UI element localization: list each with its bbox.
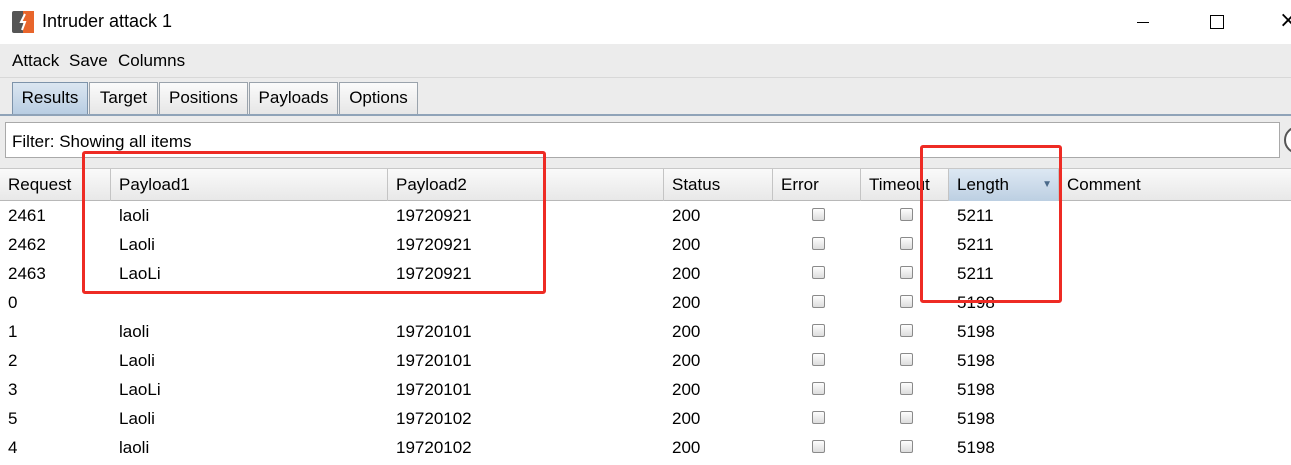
menu-attack[interactable]: Attack [12,51,59,71]
cell-request: 1 [8,322,18,341]
cell-payload2: 19720101 [396,351,472,370]
error-checkbox[interactable] [812,208,825,221]
cell-payload2: 19720101 [396,380,472,399]
minimize-icon [1137,22,1149,23]
table-row[interactable]: 3 LaoLi 19720101 200 5198 [0,375,1291,404]
cell-status: 200 [672,235,701,254]
cell-status: 200 [672,264,701,283]
menu-bar: Attack Save Columns [0,44,1291,78]
cell-payload2: 19720102 [396,438,472,457]
filter-text: Filter: Showing all items [12,132,192,151]
cell-request: 2461 [8,206,46,225]
error-checkbox[interactable] [812,382,825,395]
cell-comment [1059,404,1067,433]
title-bar: Intruder attack 1 × [0,0,1291,44]
burp-suite-icon [12,11,34,33]
tab-positions[interactable]: Positions [159,82,248,114]
cell-length: 5198 [957,351,995,370]
cell-request: 5 [8,409,18,428]
table-row[interactable]: 5 Laoli 19720102 200 5198 [0,404,1291,433]
menu-save[interactable]: Save [69,51,108,71]
tab-options[interactable]: Options [339,82,418,114]
cell-status: 200 [672,322,701,341]
close-icon: × [1279,8,1291,33]
table-row[interactable]: 2 Laoli 19720101 200 5198 [0,346,1291,375]
cell-status: 200 [672,438,701,457]
cell-status: 200 [672,206,701,225]
timeout-checkbox[interactable] [900,237,913,250]
timeout-checkbox[interactable] [900,382,913,395]
highlight-box-length [920,145,1062,303]
maximize-button[interactable] [1194,0,1240,44]
cell-comment [1059,375,1067,404]
timeout-checkbox[interactable] [900,353,913,366]
error-checkbox[interactable] [812,324,825,337]
cell-status: 200 [672,293,701,312]
cell-request: 4 [8,438,18,457]
error-checkbox[interactable] [812,440,825,453]
cell-length: 5198 [957,322,995,341]
column-header-error[interactable]: Error [773,169,861,201]
error-checkbox[interactable] [812,411,825,424]
cell-payload2: 19720101 [396,322,472,341]
cell-payload1: LaoLi [119,380,161,399]
column-header-comment[interactable]: Comment [1059,169,1291,201]
column-header-status[interactable]: Status [664,169,773,201]
cell-status: 200 [672,351,701,370]
cell-status: 200 [672,380,701,399]
highlight-box-payloads [82,151,546,294]
cell-length: 5198 [957,409,995,428]
error-checkbox[interactable] [812,295,825,308]
tab-results[interactable]: Results [12,82,88,114]
cell-comment [1059,346,1067,375]
cell-comment [1059,317,1067,346]
cell-length: 5198 [957,380,995,399]
cell-request: 2 [8,351,18,370]
tab-bar: Results Target Positions Payloads Option… [0,78,1291,116]
cell-payload1: Laoli [119,409,155,428]
cell-request: 2462 [8,235,46,254]
timeout-checkbox[interactable] [900,411,913,424]
tab-target[interactable]: Target [89,82,158,114]
timeout-checkbox[interactable] [900,324,913,337]
close-button[interactable]: × [1265,0,1291,44]
window-title: Intruder attack 1 [42,11,173,31]
minimize-button[interactable] [1122,0,1168,44]
timeout-checkbox[interactable] [900,208,913,221]
cell-request: 0 [8,293,18,312]
error-checkbox[interactable] [812,237,825,250]
timeout-checkbox[interactable] [900,295,913,308]
cell-payload1: Laoli [119,351,155,370]
help-icon[interactable] [1284,126,1291,154]
table-row[interactable]: 4 laoli 19720102 200 5198 [0,433,1291,462]
error-checkbox[interactable] [812,266,825,279]
cell-length: 5198 [957,438,995,457]
cell-request: 3 [8,380,18,399]
tab-payloads[interactable]: Payloads [249,82,338,114]
cell-payload1: laoli [119,322,150,341]
cell-payload2: 19720102 [396,409,472,428]
menu-columns[interactable]: Columns [118,51,185,71]
cell-request: 2463 [8,264,46,283]
cell-comment [1059,433,1067,462]
table-row[interactable]: 1 laoli 19720101 200 5198 [0,317,1291,346]
cell-payload1: laoli [119,438,150,457]
maximize-icon [1210,15,1224,29]
timeout-checkbox[interactable] [900,266,913,279]
timeout-checkbox[interactable] [900,440,913,453]
error-checkbox[interactable] [812,353,825,366]
cell-status: 200 [672,409,701,428]
